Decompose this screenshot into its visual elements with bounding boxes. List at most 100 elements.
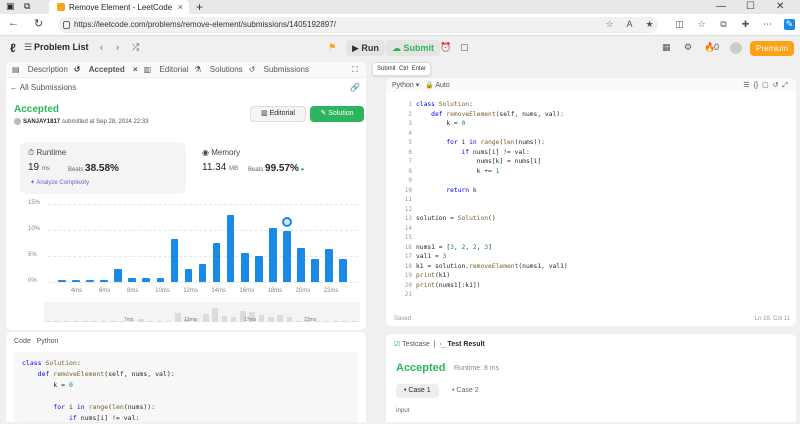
- notes-icon[interactable]: ▢: [460, 42, 469, 53]
- runtime-bar[interactable]: [268, 228, 277, 282]
- editor-code[interactable]: class Solution: def removeElement(self, …: [416, 100, 568, 300]
- tab-submissions[interactable]: ↺ Submissions: [249, 65, 309, 74]
- back-icon[interactable]: ←: [8, 17, 19, 29]
- runtime-bar[interactable]: [254, 256, 263, 282]
- layout-icon[interactable]: ▦: [662, 42, 671, 53]
- code-line[interactable]: k += 1: [416, 167, 568, 177]
- timer-icon[interactable]: ⏰: [440, 42, 451, 53]
- runtime-bar[interactable]: [58, 280, 66, 282]
- code-line[interactable]: k1 = solution.removeElement(nums1, val1): [416, 262, 568, 272]
- runtime-bar[interactable]: [339, 258, 347, 282]
- code-line[interactable]: if nums[i] != val:: [416, 148, 568, 158]
- close-tab-icon[interactable]: ×: [133, 65, 138, 74]
- minimize-button[interactable]: —: [716, 0, 726, 14]
- bookmark-star-icon[interactable]: ☆: [604, 19, 615, 30]
- code-line[interactable]: nums1 = [3, 2, 2, 3]: [416, 243, 568, 253]
- runtime-bar[interactable]: [142, 278, 151, 282]
- problem-list-link[interactable]: Problem List: [34, 42, 89, 52]
- code-line[interactable]: nums[k] = nums[i]: [416, 157, 568, 167]
- runtime-bar[interactable]: [86, 280, 95, 282]
- case-2-tab[interactable]: • Case 2: [444, 384, 487, 398]
- debug-icon[interactable]: ⚑: [328, 42, 336, 53]
- extensions-icon[interactable]: ✚: [740, 19, 751, 30]
- code-line[interactable]: print(k1): [416, 271, 568, 281]
- code-line[interactable]: k = 0: [416, 119, 568, 129]
- leetcode-logo-icon[interactable]: ℓ: [10, 41, 22, 55]
- submit-button[interactable]: ☁ Submit: [386, 40, 441, 56]
- code-line[interactable]: def removeElement(self, nums, val):: [416, 110, 568, 120]
- more-menu-icon[interactable]: ⋯: [762, 19, 773, 30]
- code-line[interactable]: [416, 195, 568, 205]
- submission-user[interactable]: SANJAY1817: [23, 119, 60, 125]
- read-aloud-icon[interactable]: A: [624, 19, 635, 30]
- editor-toolbar-icons[interactable]: ☰ {} ▢ ↺ ⤢: [743, 81, 788, 90]
- tab-editorial[interactable]: ▥ Editorial: [144, 65, 189, 74]
- runtime-bar[interactable]: [240, 253, 249, 282]
- copilot-icon[interactable]: ✎: [784, 19, 795, 30]
- runtime-bar[interactable]: [170, 239, 179, 282]
- settings-gear-icon[interactable]: ⚙: [684, 42, 692, 53]
- tab-testcase[interactable]: Testcase: [402, 341, 430, 348]
- runtime-bar[interactable]: [156, 278, 165, 282]
- runtime-bar[interactable]: [100, 280, 109, 282]
- shuffle-icon[interactable]: ⤮: [132, 42, 139, 53]
- language-select[interactable]: Python: [392, 82, 414, 89]
- user-avatar[interactable]: [730, 42, 742, 54]
- runtime-bar[interactable]: [226, 215, 235, 282]
- tab-accepted[interactable]: ↺ Accepted ×: [74, 65, 138, 74]
- url-field[interactable]: https://leetcode.com/problems/remove-ele…: [58, 17, 658, 33]
- browser-tab[interactable]: Remove Element - LeetCode ×: [49, 0, 189, 14]
- runtime-bar[interactable]: [282, 231, 291, 282]
- window-close-button[interactable]: ✕: [776, 0, 784, 14]
- link-icon[interactable]: 🔗: [350, 83, 360, 92]
- maximize-button[interactable]: ☐: [746, 0, 755, 14]
- code-line[interactable]: val1 = 3: [416, 252, 568, 262]
- runtime-bar[interactable]: [128, 278, 137, 282]
- collections-icon[interactable]: ⧉: [718, 19, 729, 30]
- code-line[interactable]: class Solution:: [416, 100, 568, 110]
- window-menu-icon[interactable]: ▣: [6, 1, 15, 12]
- solution-button[interactable]: ✎ Solution: [310, 106, 364, 122]
- tabs-icon[interactable]: ⧉: [24, 1, 30, 12]
- runtime-bar[interactable]: [114, 269, 123, 282]
- autocomplete-mode[interactable]: Auto: [435, 82, 449, 89]
- analyze-complexity-link[interactable]: ✦ Analyze Complexity: [30, 179, 89, 186]
- runtime-bar[interactable]: [212, 243, 221, 282]
- run-button[interactable]: ▶ Run: [346, 40, 385, 56]
- case-1-tab[interactable]: • Case 1: [396, 384, 439, 398]
- chart-overview[interactable]: 7ms 12ms 17ms 22ms: [44, 302, 360, 323]
- next-problem-icon[interactable]: ›: [116, 42, 119, 52]
- close-tab-icon[interactable]: ×: [178, 2, 183, 12]
- tab-description[interactable]: ▤ Description: [12, 65, 68, 74]
- code-line[interactable]: [416, 290, 568, 300]
- runtime-bar[interactable]: [184, 269, 193, 282]
- code-line[interactable]: [416, 233, 568, 243]
- runtime-card[interactable]: ⏱ Runtime 19 ms Beats 38.58% ✦ Analyze C…: [20, 142, 186, 194]
- code-line[interactable]: for i in range(len(nums)):: [416, 138, 568, 148]
- runtime-bar[interactable]: [311, 258, 319, 282]
- code-line[interactable]: return k: [416, 186, 568, 196]
- favorites-icon[interactable]: ★: [644, 19, 655, 30]
- expand-icon[interactable]: ⛶: [352, 65, 358, 75]
- tab-solutions[interactable]: ⚗ Solutions: [194, 65, 242, 74]
- code-line[interactable]: [416, 205, 568, 215]
- memory-card[interactable]: ◉ Memory 11.34 MB Beats 99.57% ●: [194, 142, 360, 194]
- runtime-bar[interactable]: [325, 249, 333, 282]
- reload-icon[interactable]: ↻: [34, 17, 43, 30]
- new-tab-button[interactable]: +: [196, 0, 203, 14]
- code-tab[interactable]: Code: [14, 338, 31, 345]
- premium-button[interactable]: Premium: [750, 41, 795, 56]
- code-line[interactable]: print(nums1[:k1]): [416, 281, 568, 291]
- runtime-bar[interactable]: [72, 280, 80, 282]
- tab-test-result[interactable]: Test Result: [448, 341, 485, 348]
- all-submissions-link[interactable]: ← All Submissions: [10, 83, 76, 92]
- code-line[interactable]: [416, 176, 568, 186]
- editorial-button[interactable]: ▥ Editorial: [250, 106, 306, 122]
- runtime-bar[interactable]: [297, 247, 305, 282]
- code-line[interactable]: [416, 129, 568, 139]
- code-line[interactable]: solution = Solution(): [416, 214, 568, 224]
- favorites-bar-icon[interactable]: ☆: [696, 19, 707, 30]
- code-line[interactable]: [416, 224, 568, 234]
- prev-problem-icon[interactable]: ‹: [100, 42, 103, 52]
- split-screen-icon[interactable]: ◫: [674, 19, 685, 30]
